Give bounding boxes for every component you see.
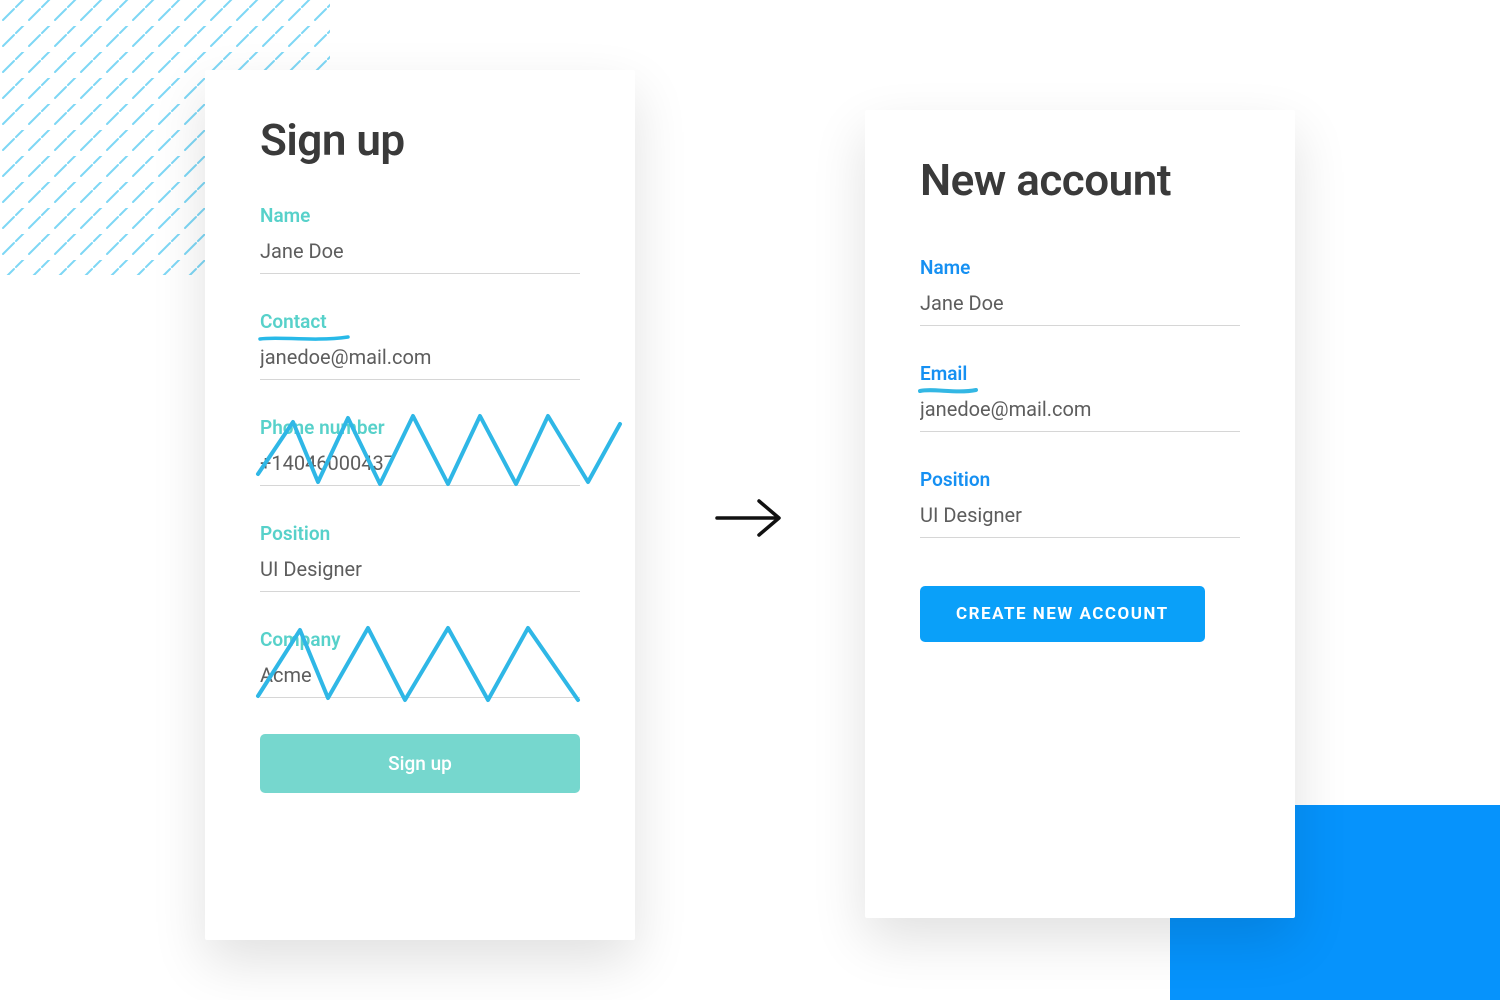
field-position: Position [260,522,580,592]
name-input[interactable] [920,287,1240,326]
field-name: Name [920,256,1240,326]
contact-input[interactable] [260,341,580,380]
field-email: Email [920,362,1240,432]
company-input[interactable] [260,659,580,698]
field-position: Position [920,468,1240,538]
signup-card-before: Sign up Name Contact Phone number Positi… [205,70,635,940]
field-phone: Phone number [260,416,580,486]
card-title: Sign up [260,115,580,166]
arrow-right-icon [713,493,787,547]
name-label: Name [260,204,580,227]
name-label: Name [920,256,1240,279]
create-account-button[interactable]: CREATE NEW ACCOUNT [920,586,1205,642]
company-label: Company [260,628,580,651]
position-label: Position [260,522,580,545]
field-contact: Contact [260,310,580,380]
position-input[interactable] [920,499,1240,538]
field-company: Company [260,628,580,698]
position-label: Position [920,468,1240,491]
field-name: Name [260,204,580,274]
email-label: Email [920,362,1240,385]
position-input[interactable] [260,553,580,592]
signup-button[interactable]: Sign up [260,734,580,793]
email-input[interactable] [920,393,1240,432]
signup-card-after: New account Name Email Position CREATE N… [865,110,1295,918]
card-title: New account [920,155,1240,206]
phone-label: Phone number [260,416,580,439]
name-input[interactable] [260,235,580,274]
phone-input[interactable] [260,447,580,486]
contact-label: Contact [260,310,580,333]
